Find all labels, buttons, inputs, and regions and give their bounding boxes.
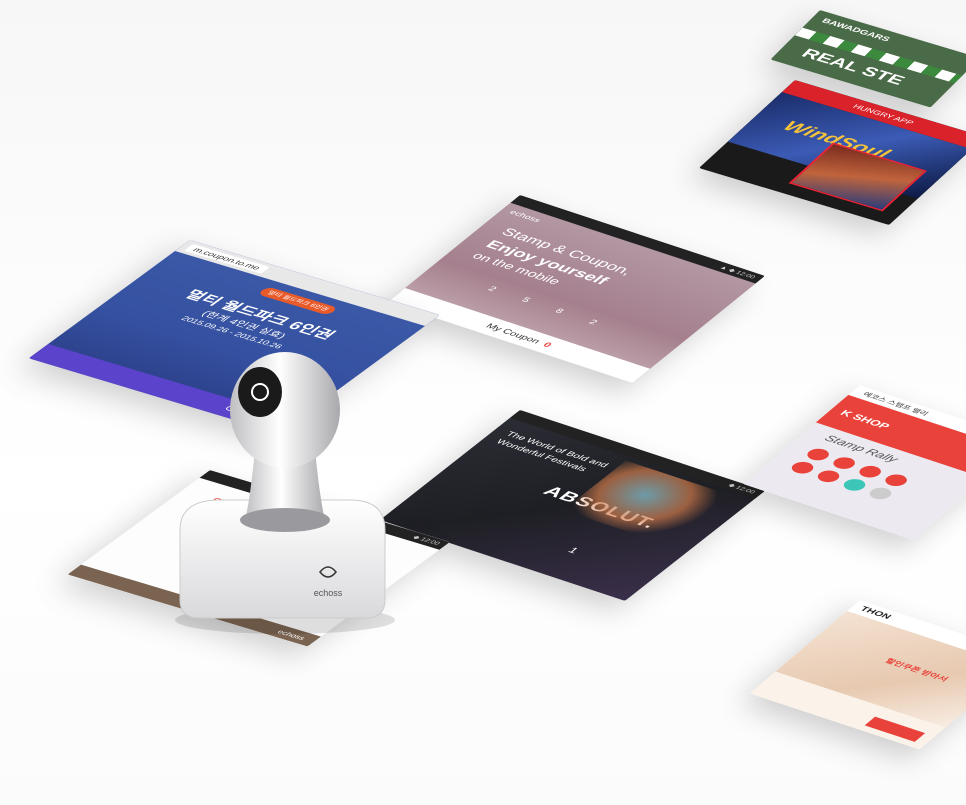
stamp-dot — [839, 476, 870, 493]
stamp-dot — [865, 485, 896, 502]
screen-absolut: ◆ 12:00 The World of Bold and Wonderful … — [380, 410, 765, 601]
stamp-dot — [829, 455, 859, 472]
stamp-dot — [813, 468, 844, 485]
thon-promo: 할인쿠폰 받아서 — [883, 657, 951, 683]
count-3: 8 — [552, 307, 566, 316]
footer-count: 0 — [540, 341, 554, 349]
count-2: 5 — [519, 296, 533, 305]
count-1: 2 — [485, 285, 499, 294]
screen-coupon-main: ▲ ◆ 12:00 echoss Stamp & Coupon, Enjoy y… — [387, 195, 765, 384]
kshop-brand: K SHOP — [837, 408, 893, 431]
url-field[interactable]: m.coupon.to.me — [184, 244, 270, 274]
absolut-count: 1 — [565, 545, 582, 556]
stamp-dot — [787, 459, 818, 476]
screen-thon: THON 할인쿠폰 받아서 — [749, 600, 966, 750]
echoss-stamp-device: echoss — [175, 352, 395, 634]
stamp-label: echoss — [314, 588, 343, 598]
footer-label: My Coupon — [483, 322, 543, 346]
stamp-dot — [855, 463, 885, 480]
collage: BAWADGARS REAL STE HUNGRY APP WindSoul ▲… — [0, 0, 966, 805]
stamp-knob-cap — [238, 367, 282, 417]
stamp-collar — [240, 508, 330, 532]
stamp-dot — [881, 472, 911, 489]
screen-kshop: 에코스 스탬프 랠리 K SHOP Stamp Rally — [743, 385, 966, 541]
count-4: 2 — [586, 318, 600, 327]
thon-button[interactable] — [864, 716, 926, 742]
stamp-dot — [803, 446, 833, 463]
